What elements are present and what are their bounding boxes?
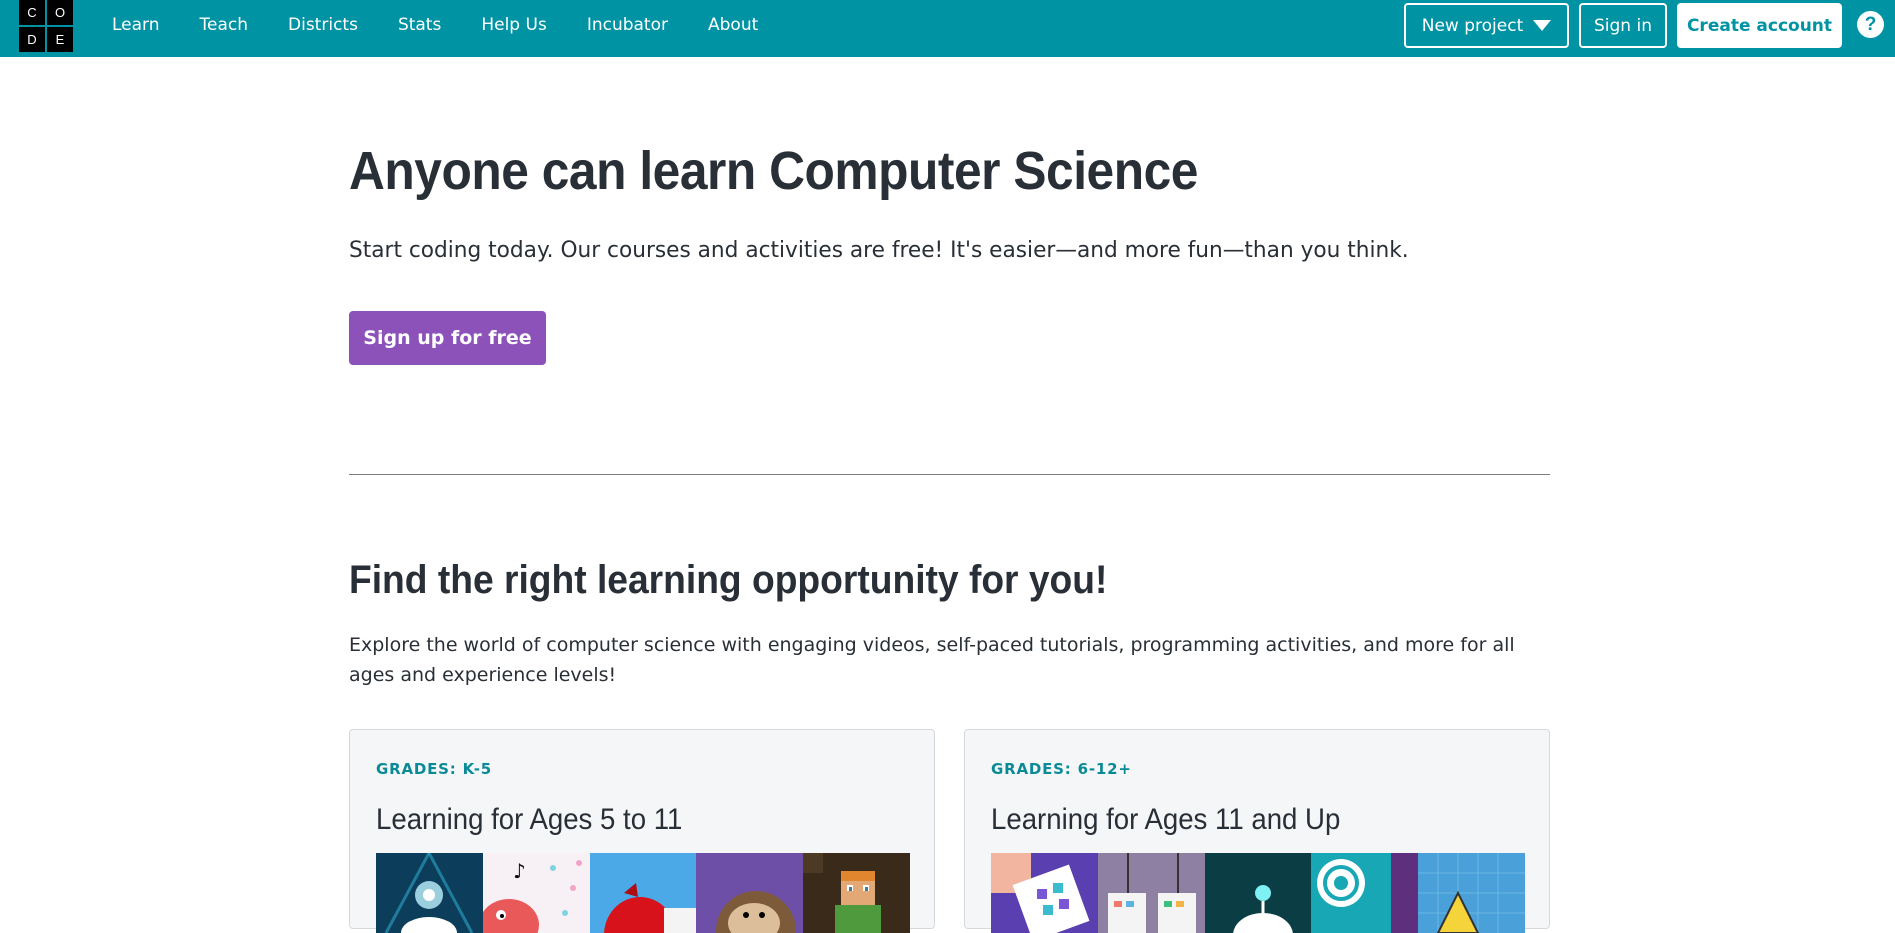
card-title: Learning for Ages 5 to 11 <box>376 803 683 836</box>
top-navigation-bar: C O D E Learn Teach Districts Stats Help… <box>0 0 1895 57</box>
app-lab-thumbnail <box>991 853 1098 933</box>
create-account-button[interactable]: Create account <box>1677 3 1842 48</box>
angry-bird-thumbnail <box>589 853 697 933</box>
sign-in-button[interactable]: Sign in <box>1579 3 1667 48</box>
ai-thumbnail <box>1204 853 1312 933</box>
nav-stats[interactable]: Stats <box>398 15 441 35</box>
nav-learn[interactable]: Learn <box>112 15 160 35</box>
nav-help-us[interactable]: Help Us <box>481 15 546 35</box>
card-title: Learning for Ages 11 and Up <box>991 803 1341 836</box>
svg-text:♪: ♪ <box>513 859 526 883</box>
logo-letter: D <box>19 27 45 52</box>
section-divider <box>349 474 1550 475</box>
music-birds-thumbnail: ♪ <box>482 853 590 933</box>
nav-incubator[interactable]: Incubator <box>587 15 668 35</box>
main-nav: Learn Teach Districts Stats Help Us Incu… <box>112 0 798 50</box>
new-project-label: New project <box>1421 15 1524 36</box>
nav-teach[interactable]: Teach <box>200 15 249 35</box>
help-icon[interactable]: ? <box>1857 11 1884 38</box>
hero-subtitle: Start coding today. Our courses and acti… <box>349 238 1409 263</box>
sprite-lab-thumbnail <box>1418 853 1525 933</box>
section-description: Explore the world of computer science wi… <box>349 634 1515 686</box>
card-thumbnail-strip: ♪ <box>376 853 910 933</box>
logo-letter: E <box>47 27 73 52</box>
card-thumbnail-strip <box>991 853 1525 933</box>
hero-title: Anyone can learn Computer Science <box>349 141 1198 201</box>
code-org-logo[interactable]: C O D E <box>19 0 73 52</box>
minecraft-thumbnail <box>803 853 910 933</box>
logo-letter: O <box>47 0 73 25</box>
learning-card-k5[interactable]: GRADES: K-5 Learning for Ages 5 to 11 ♪ <box>349 729 935 933</box>
nav-about[interactable]: About <box>708 15 758 35</box>
new-project-button[interactable]: New project <box>1404 3 1569 48</box>
card-grade-label: GRADES: K-5 <box>376 760 492 778</box>
caret-down-icon <box>1533 20 1552 31</box>
card-grade-label: GRADES: 6-12+ <box>991 760 1132 778</box>
web-lab-thumbnail <box>1311 853 1419 933</box>
game-lab-thumbnail <box>1097 853 1205 933</box>
sign-up-button[interactable]: Sign up for free <box>349 311 546 365</box>
nav-districts[interactable]: Districts <box>288 15 358 35</box>
section-title: Find the right learning opportunity for … <box>349 558 1108 602</box>
learning-card-6-12[interactable]: GRADES: 6-12+ Learning for Ages 11 and U… <box>964 729 1550 933</box>
dance-party-thumbnail <box>376 853 483 933</box>
logo-letter: C <box>19 0 45 25</box>
monkey-thumbnail <box>696 853 804 933</box>
